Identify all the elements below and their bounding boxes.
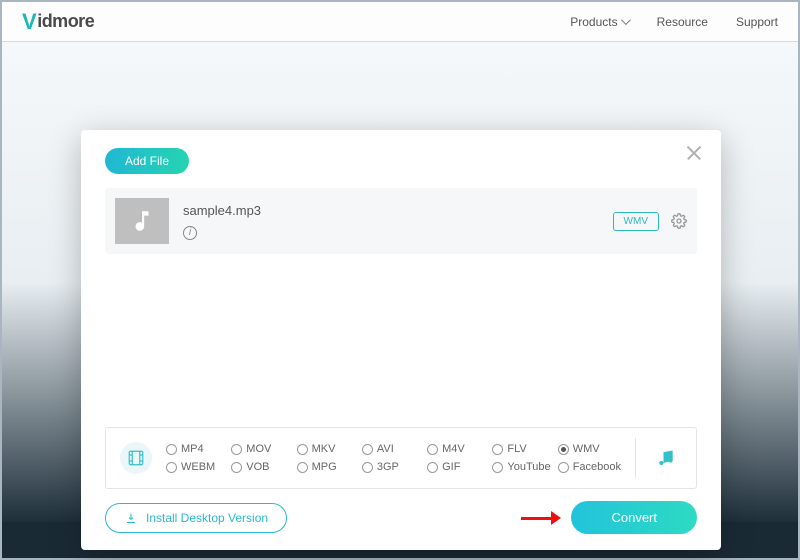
file-thumbnail <box>115 198 169 244</box>
audio-category-icon[interactable] <box>650 442 682 474</box>
music-note-icon <box>129 208 155 234</box>
radio-icon <box>492 444 503 455</box>
converter-modal: Add File sample4.mp3 i WMV MP4MOVMKVAVIM… <box>81 130 721 550</box>
site-header: V idmore Products Resource Support <box>2 2 798 42</box>
nav-products[interactable]: Products <box>570 15 628 29</box>
radio-icon <box>166 444 177 455</box>
video-category-icon[interactable] <box>120 442 152 474</box>
format-label: AVI <box>377 443 394 455</box>
attention-arrow-icon <box>521 511 561 525</box>
music-icon <box>656 448 676 468</box>
install-desktop-button[interactable]: Install Desktop Version <box>105 503 287 533</box>
radio-icon <box>297 462 308 473</box>
file-info: sample4.mp3 i <box>183 203 261 240</box>
format-option-avi[interactable]: AVI <box>362 443 423 455</box>
selected-format-badge[interactable]: WMV <box>613 212 659 231</box>
nav-products-label: Products <box>570 15 617 29</box>
format-option-vob[interactable]: VOB <box>231 461 292 473</box>
format-option-3gp[interactable]: 3GP <box>362 461 423 473</box>
radio-icon <box>492 462 503 473</box>
format-label: MKV <box>312 443 336 455</box>
format-option-mp4[interactable]: MP4 <box>166 443 227 455</box>
format-option-mpg[interactable]: MPG <box>297 461 358 473</box>
format-option-webm[interactable]: WEBM <box>166 461 227 473</box>
top-nav: Products Resource Support <box>570 15 778 29</box>
chevron-down-icon <box>621 18 629 26</box>
info-icon[interactable]: i <box>183 226 197 240</box>
film-icon <box>127 449 145 467</box>
nav-resource[interactable]: Resource <box>657 15 708 29</box>
format-option-flv[interactable]: FLV <box>492 443 553 455</box>
brand-name: idmore <box>37 11 94 32</box>
format-label: M4V <box>442 443 465 455</box>
format-label: GIF <box>442 461 460 473</box>
format-label: VOB <box>246 461 269 473</box>
radio-icon <box>166 462 177 473</box>
download-icon <box>124 511 138 525</box>
format-label: 3GP <box>377 461 399 473</box>
format-option-facebook[interactable]: Facebook <box>558 461 621 473</box>
format-label: MPG <box>312 461 337 473</box>
format-option-gif[interactable]: GIF <box>427 461 488 473</box>
format-panel: MP4 MOV MKV AVI M4V FLV WMV WEBM VOB MPG 3GP GIF You… <box>105 427 697 489</box>
format-option-m4v[interactable]: M4V <box>427 443 488 455</box>
radio-icon <box>362 462 373 473</box>
close-icon[interactable] <box>685 144 703 162</box>
radio-icon <box>297 444 308 455</box>
format-option-youtube[interactable]: YouTube <box>492 461 553 473</box>
format-label: WMV <box>573 443 600 455</box>
panel-divider <box>635 438 636 478</box>
add-file-button[interactable]: Add File <box>105 148 189 174</box>
format-label: WEBM <box>181 461 215 473</box>
radio-icon <box>427 444 438 455</box>
convert-button[interactable]: Convert <box>571 501 697 534</box>
format-option-mov[interactable]: MOV <box>231 443 292 455</box>
radio-icon <box>427 462 438 473</box>
format-options-grid: MP4 MOV MKV AVI M4V FLV WMV WEBM VOB MPG 3GP GIF You… <box>166 443 621 473</box>
nav-support[interactable]: Support <box>736 15 778 29</box>
format-option-wmv[interactable]: WMV <box>558 443 621 455</box>
gear-icon[interactable] <box>671 213 687 229</box>
radio-icon <box>362 444 373 455</box>
format-label: Facebook <box>573 461 621 473</box>
format-label: MP4 <box>181 443 204 455</box>
format-label: YouTube <box>507 461 550 473</box>
format-label: FLV <box>507 443 526 455</box>
modal-footer: Install Desktop Version Convert <box>105 501 697 534</box>
format-option-mkv[interactable]: MKV <box>297 443 358 455</box>
format-label: MOV <box>246 443 271 455</box>
brand-logo[interactable]: V idmore <box>22 9 94 35</box>
radio-icon <box>231 444 242 455</box>
radio-icon <box>558 462 569 473</box>
install-label: Install Desktop Version <box>146 511 268 525</box>
file-row-actions: WMV <box>613 212 687 231</box>
file-row: sample4.mp3 i WMV <box>105 188 697 254</box>
file-name: sample4.mp3 <box>183 203 261 218</box>
radio-icon <box>558 444 569 455</box>
radio-icon <box>231 462 242 473</box>
logo-mark-icon: V <box>22 9 36 35</box>
